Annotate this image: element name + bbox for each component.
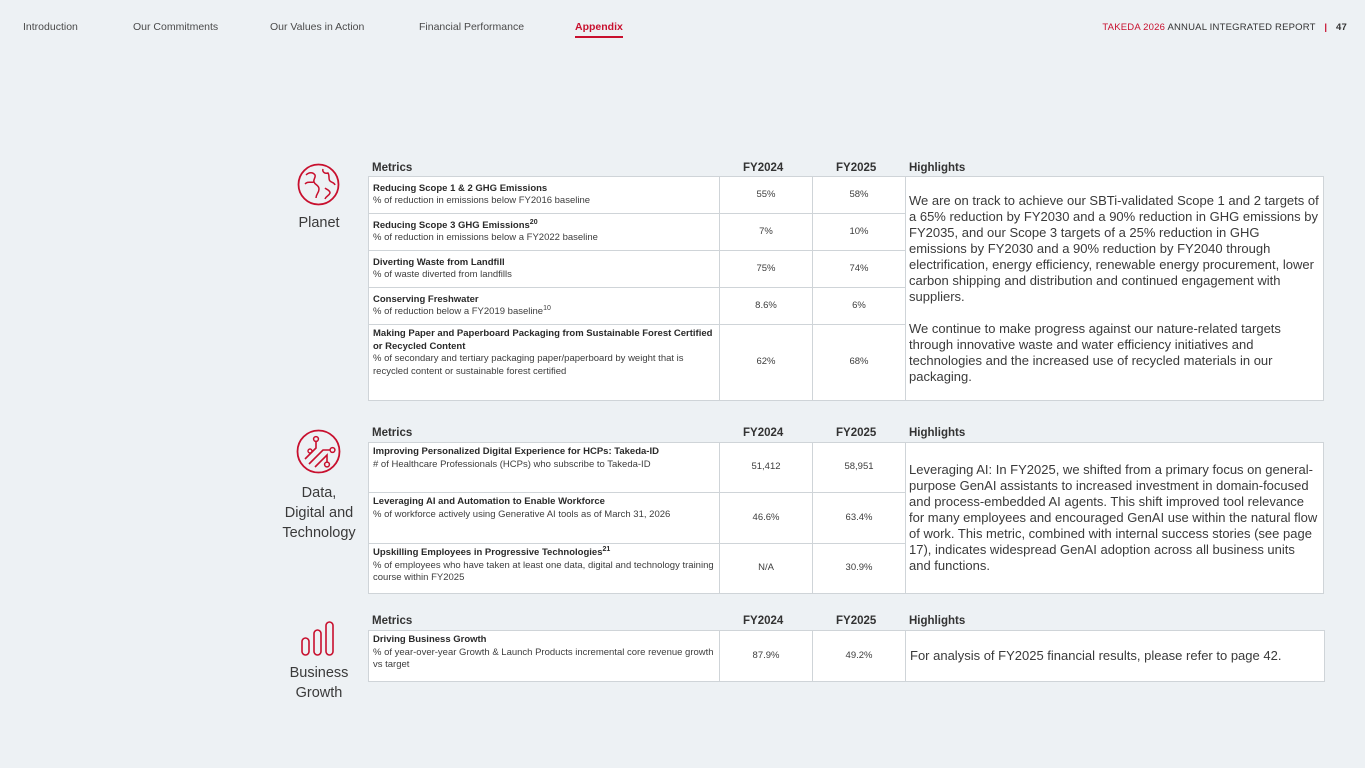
metric-title: Reducing Scope 1 & 2 GHG Emissions [373, 182, 548, 194]
footnote-ref: 20 [529, 218, 538, 226]
metric-title: Reducing Scope 3 GHG Emissions [373, 219, 530, 231]
page-number: 47 [1336, 22, 1347, 33]
fy2025-value: 49.2% [812, 630, 906, 682]
data-tech-metrics-table: Improving Personalized Digital Experienc… [368, 442, 1324, 594]
fy2024-value: 8.6% [719, 287, 813, 325]
highlight-paragraph: We are on track to achieve our SBTi-vali… [909, 192, 1319, 304]
metric-cell: Upskilling Employees in Progressive Tech… [368, 543, 720, 594]
footnote-ref: 21 [602, 545, 611, 553]
metric-cell: Improving Personalized Digital Experienc… [368, 442, 720, 493]
highlight-paragraph: We continue to make progress against our… [909, 320, 1281, 384]
nav-our-commitments[interactable]: Our Commitments [133, 21, 218, 33]
fy2025-value: 63.4% [812, 492, 906, 544]
fy2025-value: 74% [812, 250, 906, 288]
metric-title: Driving Business Growth [373, 634, 487, 645]
globe-icon [297, 163, 340, 206]
circuit-icon [296, 429, 341, 474]
metric-cell: Diverting Waste from Landfill% of waste … [368, 250, 720, 288]
table-row: Improving Personalized Digital Experienc… [368, 442, 1324, 594]
data-tech-header-fy2025: FY2025 [836, 427, 877, 439]
fy2024-value: 51,412 [719, 442, 813, 493]
business-label-line: Business [289, 665, 349, 681]
fy2024-value: 7% [719, 213, 813, 251]
data-tech-header-highlights: Highlights [909, 427, 966, 439]
highlight-paragraph: Leveraging AI: In FY2025, we shifted fro… [909, 462, 1318, 573]
planet-header-fy2025: FY2025 [836, 162, 877, 174]
metric-desc: % of reduction below a FY2019 baseline [373, 306, 544, 317]
data-tech-label-line: Technology [282, 525, 356, 541]
fy2024-value: 62% [719, 324, 813, 401]
data-tech-label: Data, Digital and Technology [270, 483, 368, 543]
metric-desc: % of reduction in emissions below FY2016… [373, 195, 591, 206]
metric-cell: Making Paper and Paperboard Packaging fr… [368, 324, 720, 401]
business-header-fy2024: FY2024 [743, 615, 784, 627]
data-tech-highlights: Leveraging AI: In FY2025, we shifted fro… [905, 442, 1324, 594]
planet-highlights: We are on track to achieve our SBTi-vali… [905, 176, 1324, 401]
fy2025-value: 10% [812, 213, 906, 251]
table-row: Reducing Scope 1 & 2 GHG Emissions% of r… [368, 176, 1324, 401]
metric-cell: Leveraging AI and Automation to Enable W… [368, 492, 720, 544]
metric-title: Improving Personalized Digital Experienc… [373, 446, 659, 457]
footnote-ref: 10 [543, 304, 551, 312]
nav-appendix[interactable]: Appendix [575, 21, 623, 38]
metric-cell: Driving Business Growth% of year-over-ye… [368, 630, 720, 682]
metric-cell: Reducing Scope 3 GHG Emissions20 % of red… [368, 213, 720, 251]
business-header-highlights: Highlights [909, 615, 966, 627]
business-metrics-table: Driving Business Growth% of year-over-ye… [368, 630, 1325, 682]
report-header: TAKEDA 2026 ANNUAL INTEGRATED REPORT | 4… [1102, 22, 1347, 33]
business-growth-label: Business Growth [278, 663, 360, 703]
data-tech-header-fy2024: FY2024 [743, 427, 784, 439]
nav-introduction[interactable]: Introduction [23, 21, 78, 33]
metric-title: Diverting Waste from Landfill [373, 256, 505, 268]
fy2024-value: 75% [719, 250, 813, 288]
planet-header-metrics: Metrics [372, 162, 413, 174]
data-tech-label-line: Digital and [284, 505, 354, 521]
planet-label: Planet [298, 215, 340, 231]
planet-header-highlights: Highlights [909, 162, 966, 174]
data-tech-label-line: Data, [301, 485, 337, 501]
report-title-text: ANNUAL INTEGRATED REPORT [1167, 22, 1316, 33]
planet-header-fy2024: FY2024 [743, 162, 784, 174]
metric-title: Upskilling Employees in Progressive Tech… [373, 547, 603, 558]
fy2024-value: 55% [719, 176, 813, 214]
metric-desc: % of waste diverted from landfills [373, 269, 512, 280]
data-tech-header-metrics: Metrics [372, 427, 413, 439]
report-separator: | [1324, 22, 1328, 33]
business-highlights: For analysis of FY2025 financial results… [905, 630, 1325, 682]
metric-title: Conserving Freshwater [373, 293, 479, 305]
metric-title: Making Paper and Paperboard Packaging fr… [373, 328, 713, 352]
fy2025-value: 58% [812, 176, 906, 214]
fy2024-value: 46.6% [719, 492, 813, 544]
metric-cell: Conserving Freshwater% of reduction belo… [368, 287, 720, 325]
metric-cell: Reducing Scope 1 & 2 GHG Emissions% of r… [368, 176, 720, 214]
fy2024-value: N/A [719, 543, 813, 594]
metric-desc: % of year-over-year Growth & Launch Prod… [373, 646, 714, 671]
metric-desc: % of reduction in emissions below a FY20… [373, 232, 598, 243]
fy2025-value: 68% [812, 324, 906, 401]
metric-desc: % of workforce actively using Generative… [373, 508, 671, 520]
business-header-fy2025: FY2025 [836, 615, 877, 627]
nav-financial-performance[interactable]: Financial Performance [419, 21, 524, 33]
business-header-metrics: Metrics [372, 615, 413, 627]
fy2025-value: 30.9% [812, 543, 906, 594]
metric-title: Leveraging AI and Automation to Enable W… [373, 496, 605, 507]
fy2025-value: 58,951 [812, 442, 906, 493]
highlight-paragraph: For analysis of FY2025 financial results… [910, 648, 1282, 663]
metric-desc: % of employees who have taken at least o… [373, 559, 714, 584]
fy2024-value: 87.9% [719, 630, 813, 682]
nav-our-values-in-action[interactable]: Our Values in Action [270, 21, 364, 33]
business-label-line: Growth [295, 685, 343, 701]
bar-chart-icon [301, 621, 334, 656]
planet-metrics-table: Reducing Scope 1 & 2 GHG Emissions% of r… [368, 176, 1324, 401]
metric-desc: % of secondary and tertiary packaging pa… [373, 353, 684, 377]
table-row: Driving Business Growth% of year-over-ye… [368, 630, 1325, 682]
metric-desc: # of Healthcare Professionals (HCPs) who… [373, 458, 651, 470]
report-brand: TAKEDA 2026 [1102, 22, 1166, 33]
fy2025-value: 6% [812, 287, 906, 325]
